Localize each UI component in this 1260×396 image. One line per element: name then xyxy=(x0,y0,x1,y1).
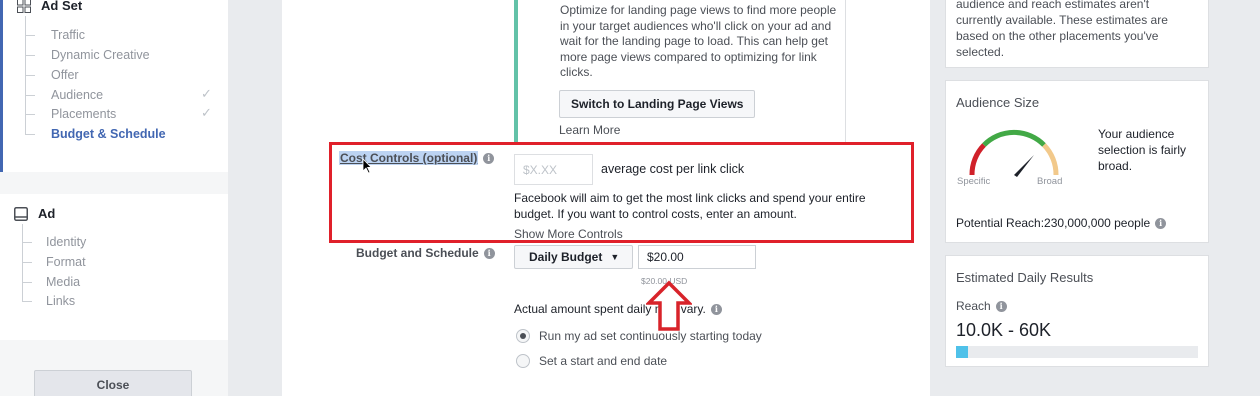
potential-reach-text: Potential Reach:230,000,000 people xyxy=(956,216,1151,230)
estimates-notice-text: audience and reach estimates aren't curr… xyxy=(956,0,1168,59)
tree-branch xyxy=(22,301,32,302)
annotation-highlight-box xyxy=(329,142,914,243)
set-dates-option[interactable]: Set a start and end date xyxy=(516,354,667,368)
close-button[interactable]: Close xyxy=(34,370,192,396)
info-icon[interactable]: i xyxy=(995,300,1007,312)
tree-line xyxy=(22,224,23,302)
info-icon[interactable]: i xyxy=(1155,217,1167,229)
tree-branch xyxy=(25,114,35,115)
run-continuously-label: Run my ad set continuously starting toda… xyxy=(539,329,762,343)
sidebar-item-offer[interactable]: Offer xyxy=(51,68,79,82)
gauge-broad-label: Broad xyxy=(1037,176,1063,187)
audience-gauge xyxy=(969,129,1059,177)
ad-device-icon xyxy=(14,206,28,221)
budget-schedule-label-text: Budget and Schedule xyxy=(356,246,479,260)
set-dates-label: Set a start and end date xyxy=(539,354,668,368)
ad-nav-panel: Ad Identity Format Media Links xyxy=(0,194,228,340)
reach-bar xyxy=(956,346,1198,358)
annotation-up-arrow-icon xyxy=(646,280,692,331)
sidebar-item-media[interactable]: Media xyxy=(46,275,80,289)
info-icon[interactable]: i xyxy=(710,303,722,315)
reach-value: 10.0K - 60K xyxy=(956,320,1052,340)
tree-branch xyxy=(25,75,35,76)
budget-amount-input[interactable]: $20.00 xyxy=(638,245,756,269)
run-continuously-option[interactable]: Run my ad set continuously starting toda… xyxy=(516,329,762,343)
budget-type-value: Daily Budget xyxy=(529,250,603,264)
radio-selected[interactable] xyxy=(516,329,530,343)
audience-size-card: Audience Size Specific Broad Your audien… xyxy=(945,80,1209,243)
ad-section-header[interactable]: Ad xyxy=(14,206,55,221)
sidebar-item-audience[interactable]: Audience xyxy=(51,88,103,102)
sidebar-item-budget-schedule[interactable]: Budget & Schedule xyxy=(51,127,166,141)
main-editor: Optimize for landing page views to find … xyxy=(282,0,930,396)
sidebar-item-dynamic-creative[interactable]: Dynamic Creative xyxy=(51,48,150,62)
sidebar-item-placements[interactable]: Placements xyxy=(51,107,116,121)
placements-check-icon: ✓ xyxy=(201,105,212,120)
potential-reach: Potential Reach:230,000,000 people i xyxy=(956,216,1167,230)
audience-check-icon: ✓ xyxy=(201,86,212,101)
reach-label: Reach i xyxy=(956,299,1007,313)
sidebar-item-links[interactable]: Links xyxy=(46,294,75,308)
sidebar-item-format[interactable]: Format xyxy=(46,255,86,269)
budget-type-dropdown[interactable]: Daily Budget ▼ xyxy=(514,245,633,269)
caret-down-icon: ▼ xyxy=(610,252,620,262)
radio-unselected[interactable] xyxy=(516,354,530,368)
adset-nav-panel: Ad Set Traffic Dynamic Creative Offer Au… xyxy=(0,0,228,172)
adset-section-title: Ad Set xyxy=(41,0,83,13)
tree-branch xyxy=(22,282,32,283)
reach-label-text: Reach xyxy=(956,299,991,313)
tree-branch xyxy=(25,95,35,96)
estimated-daily-results-card: Estimated Daily Results Reach i 10.0K - … xyxy=(945,255,1209,367)
tree-branch xyxy=(25,55,35,56)
estimated-daily-results-title: Estimated Daily Results xyxy=(956,270,1094,285)
switch-to-landing-page-views-button[interactable]: Switch to Landing Page Views xyxy=(559,90,756,118)
tree-branch xyxy=(25,134,35,135)
reach-bar-fill xyxy=(956,346,969,358)
tree-branch xyxy=(22,242,32,243)
gauge-specific-label: Specific xyxy=(957,176,991,187)
tree-branch xyxy=(25,35,35,36)
optimization-tip-box: Optimize for landing page views to find … xyxy=(514,0,846,144)
grid-icon xyxy=(17,0,31,13)
sidebar-item-traffic[interactable]: Traffic xyxy=(51,28,85,42)
adset-section-header[interactable]: Ad Set xyxy=(17,0,82,13)
estimates-notice-card: audience and reach estimates aren't curr… xyxy=(945,0,1209,68)
audience-size-title: Audience Size xyxy=(956,95,1040,110)
ad-section-title: Ad xyxy=(38,206,56,221)
tree-branch xyxy=(22,262,32,263)
learn-more-link[interactable]: Learn More xyxy=(559,123,620,137)
sidebar-item-identity[interactable]: Identity xyxy=(46,235,86,249)
budget-schedule-label: Budget and Schedule i xyxy=(356,246,495,260)
optimization-tip-text: Optimize for landing page views to find … xyxy=(560,3,837,80)
info-icon[interactable]: i xyxy=(483,247,495,259)
campaign-navigation-sidebar: Ad Set Traffic Dynamic Creative Offer Au… xyxy=(0,0,228,396)
audience-description: Your audience selection is fairly broad. xyxy=(1098,127,1187,173)
